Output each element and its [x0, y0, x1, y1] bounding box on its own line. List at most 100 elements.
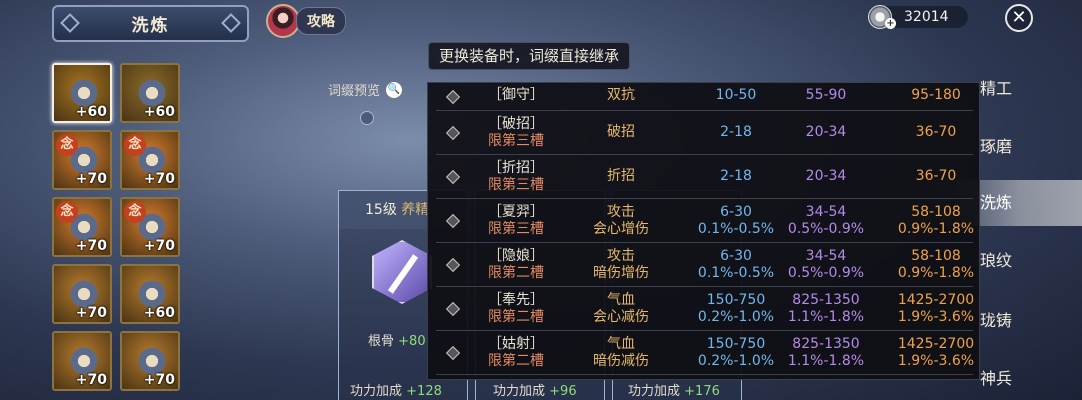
- tier-high-range: 36-70: [881, 168, 991, 185]
- tier-mid-range-line1: 825-1350: [792, 292, 860, 308]
- affix-name: ［奉先］ 限第二槽: [476, 292, 556, 326]
- tier-high-range: 95-180: [881, 87, 991, 104]
- diamond-bullet-icon: [445, 345, 461, 361]
- tier-mid-range: 55-90: [776, 87, 876, 104]
- inventory-slot[interactable]: 念 +70: [120, 130, 180, 190]
- affix-attribute-line1: 双抗: [607, 87, 635, 103]
- magnifier-icon[interactable]: 🔍: [386, 81, 403, 98]
- close-icon: ✕: [1011, 7, 1027, 28]
- tier-mid-range-line1: 20-34: [805, 124, 847, 140]
- affix-tag: 念: [56, 134, 78, 156]
- currency-amount: 32014: [904, 9, 949, 25]
- affix-row[interactable]: ［夏羿］ 限第三槽 攻击 会心增伤 6-30 0.1%-0.5% 34-54 0.5%-0.9…: [436, 199, 974, 243]
- affix-preview-label: 词缀预览: [328, 84, 381, 99]
- add-currency-icon[interactable]: +: [885, 18, 896, 29]
- affix-attribute: 气血 会心减伤: [586, 292, 656, 326]
- tier-high-range-line1: 1425-2700: [897, 336, 975, 352]
- tier-high-range-line2: 1.9%-3.6%: [897, 309, 975, 325]
- affix-tag: 念: [56, 201, 78, 223]
- enhance-level: +70: [75, 372, 107, 388]
- tier-high-range-line1: 95-180: [911, 87, 961, 103]
- tier-mid-range: 825-1350 1.1%-1.8%: [776, 292, 876, 326]
- inventory-slot[interactable]: +60: [120, 264, 180, 324]
- tier-high-range: 58-108 0.9%-1.8%: [881, 204, 991, 238]
- inventory-slot[interactable]: 念 +70: [52, 130, 112, 190]
- stat-gengu: 根骨 +80: [368, 330, 426, 349]
- enhance-level: +70: [143, 171, 175, 187]
- enhance-level: +60: [143, 104, 175, 120]
- guide-label: 攻略: [296, 7, 346, 35]
- affix-row[interactable]: ［隐娘］ 限第二槽 攻击 暗伤增伤 6-30 0.1%-0.5% 34-54 0.5%-0.9…: [436, 243, 974, 287]
- affix-attribute-line1: 破招: [607, 124, 635, 140]
- tier-high-range: 1425-2700 1.9%-3.6%: [881, 292, 991, 326]
- affix-level: 15级: [365, 202, 397, 218]
- enhance-level: +70: [75, 171, 107, 187]
- power-value: +176: [684, 384, 720, 399]
- affix-name: ［破招］ 限第三槽: [476, 116, 556, 150]
- diamond-bullet-icon: [445, 89, 461, 105]
- affix-row[interactable]: ［破招］ 限第三槽 破招 2-18 20-34 36-70: [436, 111, 973, 155]
- inventory-slot[interactable]: +70: [52, 331, 112, 391]
- affix-row[interactable]: ［御守］ 双抗 10-50 55-90 95-180: [436, 83, 973, 111]
- tier-high-range-line1: 58-108: [911, 248, 961, 264]
- power-label: 功力加成: [493, 384, 546, 399]
- affix-name-line1: ［折招］: [488, 160, 544, 176]
- inventory-slot[interactable]: +60: [120, 63, 180, 123]
- affix-attribute: 攻击 暗伤增伤: [586, 248, 656, 282]
- affix-attribute-line1: 折招: [607, 168, 635, 184]
- power-bonus-1: 功力加成 +128: [350, 380, 442, 399]
- affix-row[interactable]: ［奉先］ 限第二槽 气血 会心减伤 150-750 0.2%-1.0% 825-1350 1.…: [436, 287, 974, 331]
- affix-name-line1: ［破招］: [488, 116, 544, 132]
- affix-name-line2: 限第三槽: [488, 221, 544, 237]
- affix-attribute-line1: 气血: [607, 336, 635, 352]
- affix-table-panel: ［御守］ 双抗 10-50 55-90 95-180 ［破招］ 限第三槽 破招 2-18 20-3…: [427, 82, 980, 380]
- tier-high-range-line2: 0.9%-1.8%: [897, 265, 975, 281]
- affix-row[interactable]: ［姑射］ 限第二槽 气血 暗伤减伤 150-750 0.2%-1.0% 825-1350 1.…: [436, 331, 974, 375]
- tier-mid-range-line2: 1.1%-1.8%: [787, 309, 865, 325]
- affix-attribute-line1: 攻击: [607, 204, 635, 220]
- tier-high-range-line1: 36-70: [915, 124, 957, 140]
- inventory-slot[interactable]: 念 +70: [120, 197, 180, 257]
- inherit-tooltip: 更换装备时，词缀直接继承: [428, 42, 631, 70]
- tier-high-range: 1425-2700 1.9%-3.6%: [881, 336, 991, 370]
- affix-attribute: 双抗: [586, 87, 656, 104]
- close-button[interactable]: ✕: [1005, 4, 1033, 32]
- tier-high-range-line1: 36-70: [915, 168, 957, 184]
- inventory-slot[interactable]: 念 +70: [52, 197, 112, 257]
- tier-mid-range: 34-54 0.5%-0.9%: [776, 204, 876, 238]
- tier-high-range-line1: 58-108: [911, 204, 961, 220]
- affix-name: ［隐娘］ 限第二槽: [476, 248, 556, 282]
- guide-button[interactable]: 攻略: [266, 4, 346, 38]
- tier-mid-range: 34-54 0.5%-0.9%: [776, 248, 876, 282]
- affix-row[interactable]: ［折招］ 限第三槽 折招 2-18 20-34 36-70: [436, 155, 973, 199]
- enhance-level: +60: [75, 104, 107, 120]
- page-title: 洗炼: [131, 16, 170, 36]
- tier-high-range: 58-108 0.9%-1.8%: [881, 248, 991, 282]
- power-value: +96: [549, 384, 577, 399]
- affix-attribute: 折招: [586, 168, 656, 185]
- stat-label: 根骨: [368, 334, 395, 349]
- tier-mid-range-line1: 825-1350: [792, 336, 860, 352]
- power-label: 功力加成: [350, 384, 403, 399]
- diamond-bullet-icon: [445, 169, 461, 185]
- diamond-ornament-icon: [60, 13, 80, 33]
- affix-name-line2: 限第三槽: [488, 133, 544, 149]
- affix-attribute-line2: 暗伤增伤: [593, 265, 649, 281]
- diamond-ornament-icon: [221, 13, 241, 33]
- affix-attribute: 攻击 会心增伤: [586, 204, 656, 238]
- inventory-slot[interactable]: +60: [52, 63, 112, 123]
- affix-name-line1: ［御守］: [488, 87, 544, 103]
- tier-mid-range-line2: 0.5%-0.9%: [787, 221, 865, 237]
- page-title-plate: 洗炼: [52, 5, 249, 42]
- affix-attribute: 气血 暗伤减伤: [586, 336, 656, 370]
- affix-name-line2: 限第三槽: [488, 177, 544, 193]
- affix-name: ［夏羿］ 限第三槽: [476, 204, 556, 238]
- affix-preview[interactable]: 词缀预览 🔍: [328, 80, 403, 99]
- affix-attribute-line1: 气血: [607, 292, 635, 308]
- affix-name-line1: ［姑射］: [488, 336, 544, 352]
- currency-display[interactable]: + 32014: [868, 5, 968, 29]
- affix-tag: 念: [124, 134, 146, 156]
- affix-name: ［折招］ 限第三槽: [476, 160, 556, 194]
- inventory-slot[interactable]: +70: [52, 264, 112, 324]
- inventory-slot[interactable]: +70: [120, 331, 180, 391]
